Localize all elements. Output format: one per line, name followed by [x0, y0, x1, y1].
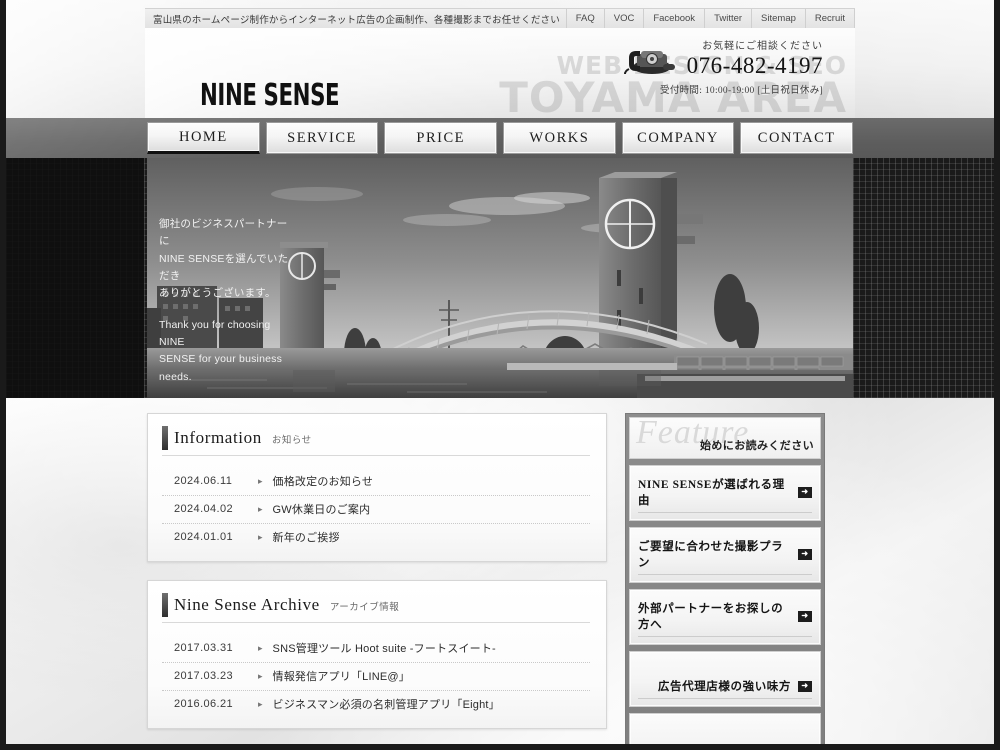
archive-subtitle: アーカイブ情報 [329, 602, 400, 613]
utility-link-voc[interactable]: VOC [603, 9, 644, 28]
hero-jp-line-1: 御社のビジネスパートナーに [159, 218, 288, 248]
header-contact: お気軽にご相談ください 076-482-4197 受付時間: 10:00-19:… [621, 40, 823, 96]
archive-date: 2017.03.23 [174, 670, 234, 682]
archive-date: 2017.03.31 [174, 642, 234, 654]
utility-link-twitter[interactable]: Twitter [704, 9, 751, 28]
news-title: GW休業日のご案内 [272, 504, 371, 516]
panel-information: Information お知らせ 2024.06.11 ▸ 価格改定のお知らせ … [147, 413, 607, 562]
archive-title-text: 情報発信アプリ「LINE@」 [272, 671, 410, 683]
nav-item-home[interactable]: HOME [147, 122, 260, 154]
feature-button-label: 広告代理店様の強い味方 [657, 681, 791, 693]
utility-links: FAQ VOC Facebook Twitter Sitemap Recruit [565, 9, 855, 28]
arrow-right-icon: ➜ [798, 610, 812, 622]
main-column: Information お知らせ 2024.06.11 ▸ 価格改定のお知らせ … [147, 413, 607, 750]
utility-link-recruit[interactable]: Recruit [804, 9, 855, 28]
table-row[interactable]: 2024.06.11 ▸ 価格改定のお知らせ [162, 468, 590, 496]
information-header: Information お知らせ [162, 426, 590, 456]
contact-lead-text: お気軽にご相談ください [702, 41, 823, 52]
news-date: 2024.04.02 [174, 503, 234, 515]
chevron-right-icon: ▸ [258, 642, 263, 653]
table-row[interactable]: 2016.06.21 ▸ ビジネスマン必須の名刺管理アプリ「Eight」 [162, 691, 590, 718]
chevron-right-icon: ▸ [258, 475, 263, 486]
table-row[interactable]: 2017.03.31 ▸ SNS管理ツール Hoot suite -フートスイー… [162, 635, 590, 663]
feature-button-label-wrap: 広告代理店様の強い味方 ➜ [638, 678, 812, 699]
hero-section: 御社のビジネスパートナーに NINE SENSEを選んでいただき ありがとうござ… [0, 158, 1000, 398]
feature-button-reason[interactable]: NINE SENSEが選ばれる理由 ➜ [629, 465, 821, 521]
archive-title-text: SNS管理ツール Hoot suite -フートスイート- [272, 643, 496, 655]
feature-jp-label: 始めにお読みください [700, 440, 814, 452]
feature-button-label: 外部パートナーをお探しの方へ [638, 603, 784, 631]
nav-item-contact[interactable]: CONTACT [740, 122, 854, 154]
main-navigation: HOME SERVICE PRICE WORKS COMPANY CONTACT [147, 119, 854, 157]
hero-message: 御社のビジネスパートナーに NINE SENSEを選んでいただき ありがとうござ… [159, 216, 289, 386]
feature-button-plan[interactable]: ご要望に合わせた撮影プラン ➜ [629, 527, 821, 583]
hero-en-line-3: needs. [159, 370, 192, 383]
telephone-icon [623, 51, 675, 75]
information-title: Information [174, 428, 262, 447]
site-header: WEB DESIGN & SEO TOYAMA AREA NINE SENSE … [145, 28, 855, 119]
news-date: 2024.01.01 [174, 531, 234, 543]
nav-item-service[interactable]: SERVICE [265, 122, 379, 154]
nav-item-works[interactable]: WORKS [503, 122, 616, 154]
arrow-right-icon: ➜ [798, 680, 812, 692]
panel-archive: Nine Sense Archive アーカイブ情報 2017.03.31 ▸ … [147, 580, 607, 729]
chevron-right-icon: ▸ [258, 503, 263, 514]
feature-button-label: NINE SENSEが選ばれる理由 [638, 479, 785, 507]
feature-button-label-wrap: NINE SENSEが選ばれる理由 ➜ [638, 476, 812, 513]
news-title: 新年のご挨拶 [272, 532, 340, 544]
feature-button-label: ご要望に合わせた撮影プラン [638, 541, 784, 569]
feature-panel: Feature 始めにお読みください NINE SENSEが選ばれる理由 ➜ ご… [625, 413, 825, 750]
site-logo[interactable]: NINE SENSE [200, 78, 340, 113]
arrow-right-icon: ➜ [798, 548, 812, 560]
nav-item-company[interactable]: COMPANY [621, 122, 735, 154]
chevron-right-icon: ▸ [258, 670, 263, 681]
archive-title: Nine Sense Archive [174, 595, 320, 614]
hero-text-overlay [0, 158, 144, 398]
news-date: 2024.06.11 [174, 475, 233, 487]
utility-link-faq[interactable]: FAQ [565, 9, 604, 28]
hero-jp-line-2: NINE SENSEを選んでいただき [159, 252, 289, 282]
feature-header: Feature 始めにお読みください [629, 417, 821, 459]
hero-en-line-2: SENSE for your business [159, 353, 283, 366]
feature-button-label-wrap: 外部パートナーをお探しの方へ ➜ [638, 600, 812, 637]
hero-en-line-1: Thank you for choosing NINE [159, 318, 271, 348]
nav-item-price[interactable]: PRICE [384, 122, 498, 154]
archive-title-text: ビジネスマン必須の名刺管理アプリ「Eight」 [272, 699, 500, 711]
content-area: Information お知らせ 2024.06.11 ▸ 価格改定のお知らせ … [147, 398, 853, 750]
page-root: 富山県のホームページ制作からインターネット広告の企画制作、各種撮影までお任せくだ… [0, 0, 1000, 750]
utility-bar: 富山県のホームページ制作からインターネット広告の企画制作、各種撮影までお任せくだ… [145, 8, 855, 28]
feature-button-agency[interactable]: 広告代理店様の強い味方 ➜ [629, 651, 821, 707]
feature-button-partner[interactable]: 外部パートナーをお探しの方へ ➜ [629, 589, 821, 645]
utility-link-facebook[interactable]: Facebook [643, 9, 704, 28]
archive-date: 2016.06.21 [174, 698, 234, 710]
chevron-right-icon: ▸ [258, 698, 263, 709]
feature-button-next[interactable] [629, 713, 821, 750]
table-row[interactable]: 2024.04.02 ▸ GW休業日のご案内 [162, 496, 590, 524]
contact-business-hours: 受付時間: 10:00-19:00 [土日祝日休み] [660, 86, 823, 97]
arrow-right-icon: ➜ [798, 486, 812, 498]
chevron-right-icon: ▸ [258, 531, 263, 542]
site-tagline: 富山県のホームページ制作からインターネット広告の企画制作、各種撮影までお任せくだ… [153, 14, 560, 26]
hero-jp-line-3: ありがとうございます。 [159, 287, 276, 300]
table-row[interactable]: 2024.01.01 ▸ 新年のご挨拶 [162, 524, 590, 551]
archive-header: Nine Sense Archive アーカイブ情報 [162, 593, 590, 623]
feature-button-label-wrap: ご要望に合わせた撮影プラン ➜ [638, 538, 812, 575]
hero-gutter-right [853, 158, 1000, 398]
table-row[interactable]: 2017.03.23 ▸ 情報発信アプリ「LINE@」 [162, 663, 590, 691]
sidebar: Feature 始めにお読みください NINE SENSEが選ばれる理由 ➜ ご… [625, 413, 825, 750]
information-subtitle: お知らせ [271, 435, 312, 446]
utility-link-sitemap[interactable]: Sitemap [751, 9, 805, 28]
contact-phone-row: お気軽にご相談ください 076-482-4197 [621, 40, 823, 78]
news-title: 価格改定のお知らせ [272, 476, 374, 488]
contact-phone-number[interactable]: 076-482-4197 [687, 53, 823, 78]
